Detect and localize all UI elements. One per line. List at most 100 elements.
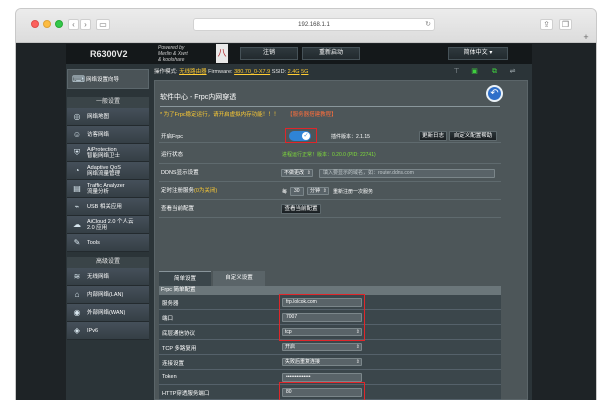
config-input[interactable]: •••••••••••••• — [282, 373, 362, 382]
view-config-button[interactable]: 查看当前配置 — [281, 204, 321, 214]
sidebar-item-title: AiProtection — [87, 146, 117, 153]
config-label: 端口 — [162, 316, 174, 322]
tutorial-link[interactable]: 【服务器搭建教程】 — [287, 112, 337, 118]
tab-custom-settings[interactable]: 自定义设置 — [213, 271, 265, 286]
firmware-link[interactable]: 380.70_0-X7.9 — [234, 69, 270, 75]
sidebar-item-label: USB 相关应用 — [87, 204, 122, 210]
schedule-every: 每 — [282, 189, 288, 195]
wizard-icon: ⌨ — [72, 74, 85, 84]
custom-config-help-button[interactable]: 自定义配置帮助 — [449, 131, 497, 141]
sidebar-item-label: 内部网络(LAN) — [87, 292, 123, 298]
sidebar-item[interactable]: ☁ AiCloud 2.0 个人云 2.0 应用 — [67, 216, 149, 234]
sidebar-item[interactable]: ⌂ 内部网络(LAN) — [67, 286, 149, 304]
sidebar-item[interactable]: ◉ 外部网络(WAN) — [67, 304, 149, 322]
sidebar-heading-general: 一般设置 — [67, 97, 149, 108]
ssid-5g-link[interactable]: 5G — [301, 69, 308, 75]
sidebar-item-label: 网络设置向导 — [86, 77, 120, 83]
highlight-box — [279, 294, 365, 341]
sidebar-item-label: Traffic Analyzer 流量分析 — [87, 183, 125, 195]
wireless-icon: ≋ — [73, 272, 81, 281]
minimize-window-button[interactable] — [43, 20, 51, 28]
new-tab-icon[interactable]: + — [581, 33, 591, 42]
sidebar-item[interactable]: ≋ 无线网络 — [67, 268, 149, 286]
sidebar-item-title: Adaptive QoS — [87, 164, 121, 171]
tabs-overview-icon[interactable]: ❐ — [559, 19, 572, 30]
sidebar-item-label: 无线网络 — [87, 274, 109, 280]
sidebar-item-subtitle: 2.0 应用 — [87, 224, 108, 231]
schedule-unit-select[interactable]: 分钟 ⇕ — [307, 187, 329, 195]
reload-icon[interactable]: ↻ — [425, 19, 431, 31]
sidebar-item[interactable]: ◎ 网络地图 — [67, 108, 149, 126]
tab-simple-settings[interactable]: 简单设置 — [159, 271, 211, 286]
sidebar-item-subtitle: 智能网络卫士 — [87, 152, 121, 159]
sidebar-item-title: AiCloud 2.0 个人云 — [87, 218, 134, 225]
sidebar-heading-advanced: 高级设置 — [67, 257, 149, 268]
zoom-window-button[interactable] — [55, 20, 63, 28]
mode-link[interactable]: 无线路由器 — [179, 69, 207, 75]
address-text: 192.168.1.1 — [298, 22, 330, 28]
config-select[interactable]: 失败后重复连接 ⇕ — [282, 358, 362, 366]
ipv6-icon: ◈ — [73, 326, 81, 335]
sidebar-item[interactable]: ▤ Traffic Analyzer 流量分析 — [67, 180, 149, 198]
sidebar: 一般设置 ◎ 网络地图 ☺ 访客网络 ⛨ AiProtection 智能网络卫士 ◔ Adapt… — [67, 97, 149, 340]
internet-status-icon[interactable]: ⊤ — [452, 68, 461, 76]
plugin-version-label: 插件版本：2.1.15 — [331, 133, 370, 140]
sidebar-item[interactable]: ☺ 访客网络 — [67, 126, 149, 144]
status-value: 进程运行正常！版本：0.20.0 (PID: 22741) — [282, 152, 376, 158]
logout-button[interactable]: 注销 — [240, 47, 298, 60]
sidebar-item-wizard[interactable]: ⌨ 网络设置向导 — [67, 69, 149, 89]
config-label: HTTP穿透服务端口 — [162, 391, 210, 397]
ssid-24g-link[interactable]: 2.4G — [288, 69, 300, 75]
config-label: 底层通信协议 — [162, 331, 196, 337]
chevron-down-icon: ⇕ — [306, 170, 311, 176]
schedule-row: 定时注册服务(0为关闭) 每 30 分钟 ⇕ 重新注册一次服务 — [159, 183, 501, 200]
sidebar-item-title: Tools — [87, 239, 100, 246]
notice-message: * 为了Frpc稳定运行，请开启虚拟内存功能！！！ — [160, 112, 280, 118]
app-status-icon[interactable]: ▣ — [470, 68, 479, 76]
schedule-interval-input[interactable]: 30 — [290, 187, 304, 196]
config-value: •••••••••••••• — [286, 374, 311, 380]
config-label: Token — [162, 374, 177, 380]
config-value: 失败后重复连接 — [285, 359, 321, 365]
schedule-label-text: 定时注册服务 — [161, 188, 195, 194]
copy-status-icon[interactable]: ⧉ — [490, 68, 499, 76]
config-label: TCP 多路复用 — [162, 346, 197, 352]
back-arrow-icon[interactable]: ‹ — [68, 19, 79, 30]
sidebar-toggle-icon[interactable]: ▭ — [96, 19, 110, 30]
status-row: 运行状态 进程运行正常！版本：0.20.0 (PID: 22741) — [159, 147, 501, 164]
sidebar-item-label: AiProtection 智能网络卫士 — [87, 147, 120, 159]
back-arrow-icon[interactable]: ↶ — [486, 85, 503, 102]
config-select[interactable]: 开启 ⇕ — [282, 343, 362, 351]
simple-config-panel: 服务器 frp.lolcok.com 端口 7007 底层通信协议 tcp ⇕ TCP 多路复… — [159, 294, 501, 400]
language-select[interactable]: 简体中文 ▾ — [448, 47, 508, 60]
tools-icon: ✎ — [73, 238, 81, 247]
ddns-select[interactable]: 不做更改 ⇕ — [281, 169, 313, 177]
sidebar-item-label: 访客网络 — [87, 132, 109, 138]
sidebar-item-label: IPv6 — [87, 328, 98, 334]
sidebar-item[interactable]: ◔ Adaptive QoS 网络流量管理 — [67, 162, 149, 180]
address-bar[interactable]: 192.168.1.1 ↻ — [193, 18, 435, 31]
wan-icon: ◉ — [73, 308, 81, 317]
status-label: 运行状态 — [161, 152, 184, 158]
router-admin-page: R6300V2 Powered by Merlin & Xwrt & kools… — [66, 44, 532, 400]
changelog-button[interactable]: 更新日志 — [419, 131, 447, 141]
sidebar-item-label: Adaptive QoS 网络流量管理 — [87, 165, 121, 177]
sidebar-item[interactable]: ✎ Tools — [67, 234, 149, 252]
close-window-button[interactable] — [31, 20, 39, 28]
sidebar-item[interactable]: ◈ IPv6 — [67, 322, 149, 340]
ddns-row: DDNS显示设置 不做更改 ⇕ 填入要显示的域名，如：router.ddns.co… — [159, 165, 501, 182]
usb-status-icon[interactable]: ⇌ — [508, 68, 517, 76]
sidebar-item-title: 无线网络 — [87, 273, 110, 280]
ddns-domain-input[interactable]: 填入要显示的域名，如：router.ddns.com — [319, 169, 495, 178]
sidebar-item-label: 网络地图 — [87, 114, 109, 120]
mode-label: 操作模式: — [154, 69, 178, 75]
share-icon[interactable]: ⇪ — [540, 19, 553, 30]
config-row: TCP 多路复用 开启 ⇕ — [159, 340, 501, 355]
config-label: 服务器 — [162, 301, 179, 307]
title-divider — [160, 106, 500, 107]
aicloud-icon: ☁ — [73, 220, 81, 229]
sidebar-item[interactable]: ⌁ USB 相关应用 — [67, 198, 149, 216]
forward-arrow-icon[interactable]: › — [80, 19, 91, 30]
reboot-button[interactable]: 重新启动 — [302, 47, 360, 60]
sidebar-item[interactable]: ⛨ AiProtection 智能网络卫士 — [67, 144, 149, 162]
